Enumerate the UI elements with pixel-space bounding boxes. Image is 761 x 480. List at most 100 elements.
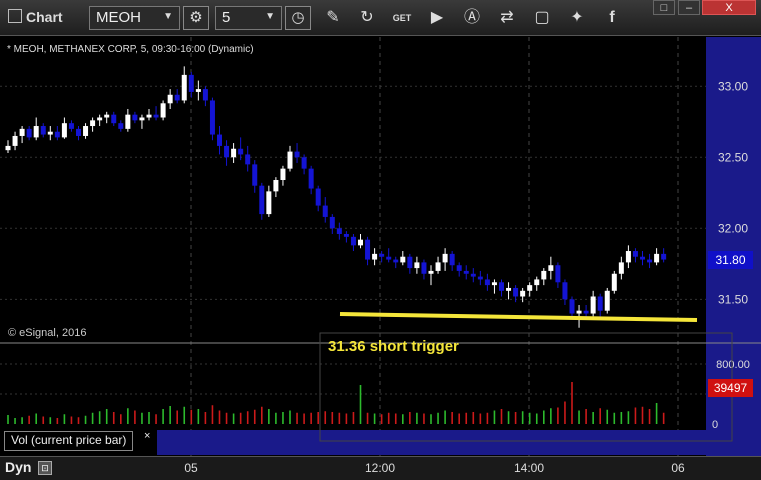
vol-pane-bottom-band xyxy=(157,430,706,455)
candle-body xyxy=(308,168,314,189)
candle-body xyxy=(548,265,554,271)
candle-body xyxy=(541,270,547,280)
candle-body xyxy=(343,233,349,237)
candle-body xyxy=(527,285,533,291)
candle-body xyxy=(562,282,568,300)
candle-body xyxy=(146,114,152,118)
trigger-annotation: 31.36 short trigger xyxy=(328,338,459,355)
candle-body xyxy=(336,228,342,234)
candle-body xyxy=(90,120,96,127)
candle-body xyxy=(407,256,413,269)
candle-body xyxy=(132,114,138,121)
symbol-description: * MEOH, METHANEX CORP, 5, 09:30-16:00 (D… xyxy=(7,44,254,55)
candle-body xyxy=(647,259,653,263)
candle-body xyxy=(386,256,392,260)
x-tick-05: 05 xyxy=(184,461,198,475)
candle-body xyxy=(372,253,378,260)
candle-body xyxy=(611,273,617,291)
candle-body xyxy=(393,259,399,263)
candle-body xyxy=(54,131,60,138)
candle-body xyxy=(280,168,286,181)
candle-body xyxy=(202,89,208,101)
copyright-text: © eSignal, 2016 xyxy=(8,327,87,339)
candle-body xyxy=(506,287,512,291)
candle-body xyxy=(576,310,582,314)
candle-body xyxy=(26,128,32,138)
candle-body xyxy=(379,253,385,257)
candle-body xyxy=(435,262,441,271)
candle-body xyxy=(188,74,194,92)
candle-body xyxy=(104,114,110,118)
candle-body xyxy=(139,117,145,121)
candle-body xyxy=(68,123,74,129)
candle-body xyxy=(231,148,237,158)
candle-body xyxy=(252,164,258,186)
y-tick-label: 32.50 xyxy=(718,150,748,164)
candle-body xyxy=(294,151,300,158)
candle-body xyxy=(259,185,265,215)
candle-body xyxy=(428,270,434,274)
candle-body xyxy=(238,148,244,155)
candle-body xyxy=(421,262,427,274)
volume-value-tag: 39497 xyxy=(708,379,753,397)
x-tick-1400: 14:00 xyxy=(513,461,545,475)
candle-body xyxy=(414,262,420,269)
candle-body xyxy=(224,145,230,158)
vol-tick-label: 800.00 xyxy=(716,359,750,371)
price-chart[interactable]: 33.00 32.50 32.00 31.50 800.00 0 xyxy=(0,0,761,480)
candle-body xyxy=(625,251,631,263)
candle-body xyxy=(209,100,215,135)
candle-body xyxy=(654,253,660,263)
candle-body xyxy=(590,296,596,314)
candle-body xyxy=(315,188,321,206)
candle-body xyxy=(97,117,103,121)
candle-body xyxy=(273,180,279,192)
candle-body xyxy=(597,296,603,311)
candle-body xyxy=(195,89,201,92)
candle-body xyxy=(5,145,11,151)
x-tick-1200: 12:00 xyxy=(364,461,396,475)
x-tick-06: 06 xyxy=(671,461,685,475)
candle-body xyxy=(47,131,53,135)
candle-body xyxy=(350,236,356,246)
candle-body xyxy=(365,239,371,260)
candle-body xyxy=(463,270,469,274)
candle-body xyxy=(12,135,18,146)
candle-body xyxy=(33,126,39,138)
candle-body xyxy=(301,157,307,169)
candle-body xyxy=(322,205,328,217)
dyn-lock-icon[interactable]: ⊡ xyxy=(38,461,52,475)
candle-body xyxy=(661,253,667,260)
candle-body xyxy=(76,128,81,136)
candle-body xyxy=(160,103,166,118)
candle-body xyxy=(358,239,363,246)
candle-body xyxy=(287,151,293,169)
volume-legend[interactable]: Vol (current price bar) xyxy=(4,431,134,451)
candle-body xyxy=(640,256,645,260)
y-tick-label: 31.50 xyxy=(718,292,748,306)
vol-tick-label: 0 xyxy=(712,419,718,431)
candle-body xyxy=(118,123,124,129)
candle-body xyxy=(583,310,589,314)
candle-body xyxy=(555,265,561,283)
candle-body xyxy=(520,290,526,297)
dyn-label[interactable]: Dyn xyxy=(5,459,31,475)
candle-body xyxy=(125,114,131,129)
close-icon[interactable]: × xyxy=(144,430,150,442)
candle-body xyxy=(499,282,504,291)
candle-body xyxy=(604,290,610,311)
y-tick-label: 32.00 xyxy=(718,221,748,235)
candle-body xyxy=(400,256,406,263)
candle-body xyxy=(167,94,173,104)
candle-body xyxy=(181,74,187,101)
candle-body xyxy=(470,273,476,277)
last-price-tag: 31.80 xyxy=(708,251,753,269)
candle-body xyxy=(174,94,180,101)
candle-body xyxy=(569,299,575,314)
candle-body xyxy=(245,154,251,165)
candle-body xyxy=(442,253,448,263)
candle-body xyxy=(456,265,462,271)
time-axis-bar: Dyn ⊡ 05 12:00 14:00 06 xyxy=(0,456,761,480)
candle-body xyxy=(491,282,497,286)
candle-body xyxy=(449,253,455,266)
